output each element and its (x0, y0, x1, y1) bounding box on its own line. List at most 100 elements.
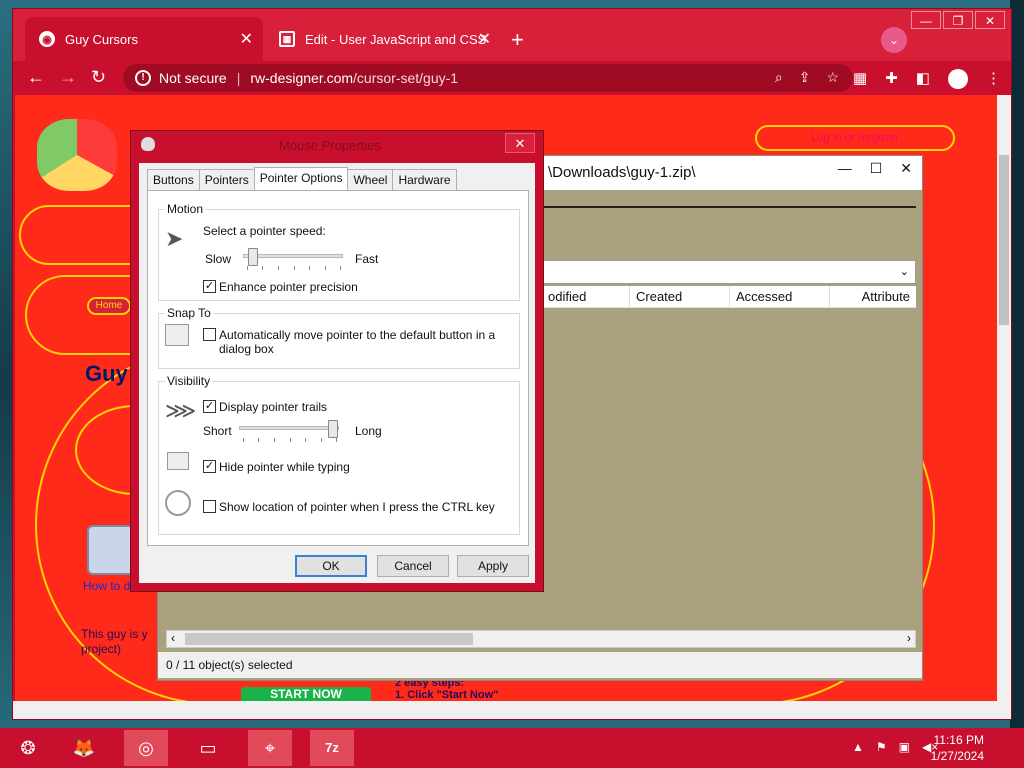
page-scrollbar[interactable] (997, 95, 1011, 701)
scroll-thumb[interactable] (999, 155, 1009, 325)
zip-hscrollbar[interactable]: ‹ › (166, 630, 916, 648)
date: 1/27/2024 (930, 749, 984, 763)
bookmark-star-icon[interactable]: ☆ (826, 69, 839, 86)
tab-guy-cursors[interactable]: ◉ Guy Cursors ✕ (25, 17, 263, 61)
home-link[interactable]: Home (87, 297, 131, 315)
speed-ticks (247, 266, 341, 270)
pointer-speed-slider[interactable] (243, 248, 343, 266)
url-path: /cursor-set/guy-1 (353, 70, 459, 86)
warning-icon: ! (135, 70, 151, 86)
trail-ticks (243, 438, 337, 442)
start-now-button[interactable]: START NOW (241, 687, 371, 701)
pointer-options-page: Motion ➤ Select a pointer speed: Slow Fa… (147, 190, 529, 546)
close-tab-icon[interactable]: ✕ (478, 29, 491, 49)
tab-wheel[interactable]: Wheel (347, 169, 394, 191)
snap-to-checkbox[interactable] (203, 328, 216, 341)
visibility-legend: Visibility (165, 374, 213, 388)
tab-buttons[interactable]: Buttons (147, 169, 200, 191)
zip-status-bar: 0 / 11 object(s) selected (158, 652, 922, 678)
column-created[interactable]: Created (630, 286, 730, 307)
mouse-icon[interactable]: ⌖ (248, 730, 292, 766)
apply-button[interactable]: Apply (457, 555, 529, 577)
7zip-icon[interactable]: 7z (310, 730, 354, 766)
share-icon[interactable]: ⇪ (799, 69, 811, 86)
speed-prompt: Select a pointer speed: (203, 224, 326, 238)
firefox-icon[interactable]: 🦊 (62, 730, 106, 766)
tab-pointers[interactable]: Pointers (198, 169, 255, 191)
trail-length-slider[interactable] (239, 420, 339, 438)
slider-thumb[interactable] (248, 248, 258, 266)
close-dialog-button[interactable]: ✕ (505, 133, 535, 153)
tab-edit-user-js[interactable]: ▦ Edit - User JavaScript and CSS ✕ (265, 17, 501, 61)
profile-avatar[interactable] (947, 69, 968, 89)
puzzle-icon[interactable]: ✚ (885, 69, 898, 89)
address-bar[interactable]: ! Not secure | rw-designer.com /cursor-s… (123, 64, 853, 92)
chevron-down-icon[interactable]: ⌄ (900, 265, 909, 278)
chevron-up-icon[interactable]: ▲ (852, 740, 864, 754)
globe-icon: ◉ (39, 31, 55, 47)
minimize-icon[interactable]: — (838, 160, 852, 177)
tab-strip: ◉ Guy Cursors ✕ ▦ Edit - User JavaScript… (13, 9, 1011, 61)
tab-pointer-options[interactable]: Pointer Options (253, 167, 349, 191)
file-explorer-icon[interactable]: ▭ (186, 730, 230, 766)
zip-path: \Downloads\guy-1.zip\ (548, 164, 696, 181)
howto-link[interactable]: How to d (83, 579, 130, 593)
start-button[interactable]: ❂ (6, 730, 50, 766)
visibility-group: Visibility ⋙ ✓ Display pointer trails Sh… (158, 374, 520, 535)
desktop-edge (1010, 0, 1024, 730)
chrome-icon[interactable]: ◎ (124, 730, 168, 766)
hide-while-typing-icon (167, 452, 189, 470)
zip-window-controls: — ☐ ✕ (838, 160, 912, 177)
ok-button[interactable]: OK (295, 555, 367, 577)
show-location-checkbox[interactable] (203, 500, 216, 513)
system-tray: ▲ ⚑ ▣ ◀× (852, 740, 938, 754)
cancel-button[interactable]: Cancel (377, 555, 449, 577)
kebab-menu-icon[interactable]: ⋮ (986, 69, 1001, 89)
url-host: rw-designer.com (250, 70, 354, 86)
site-logo[interactable] (37, 119, 117, 191)
column-attributes[interactable]: Attribute (830, 286, 916, 307)
tab-hardware[interactable]: Hardware (392, 169, 457, 191)
scroll-thumb[interactable] (185, 633, 473, 645)
extension-icon[interactable]: ▦ (853, 69, 867, 89)
close-window-icon[interactable]: ✕ (900, 160, 912, 177)
dialog-tabs: Buttons Pointers Pointer Options Wheel H… (147, 167, 457, 191)
ctrl-locate-icon (165, 490, 191, 516)
scroll-left-icon[interactable]: ‹ (171, 631, 175, 645)
login-link[interactable]: Log In or Register (755, 125, 955, 151)
desc-line: project) (81, 642, 122, 656)
scroll-right-icon[interactable]: › (907, 631, 911, 645)
motion-legend: Motion (165, 202, 206, 216)
search-icon[interactable]: ⌕ (775, 69, 783, 86)
time: 11:16 PM (933, 733, 984, 747)
forward-icon[interactable]: → (59, 67, 77, 88)
clock[interactable]: 11:16 PM 1/27/2024 (931, 732, 984, 764)
maximize-icon[interactable]: ☐ (870, 160, 883, 177)
column-modified[interactable]: odified (542, 286, 630, 307)
address-separator: | (236, 70, 241, 86)
enhance-precision-checkbox[interactable]: ✓ (203, 280, 216, 293)
tab-title: Guy Cursors (65, 31, 138, 47)
page-hscrollbar[interactable] (13, 701, 1011, 719)
network-icon[interactable]: ▣ (899, 740, 910, 754)
address-bar-actions: ⌕ ⇪ ☆ (775, 69, 839, 86)
close-window-icon[interactable]: ✕ (975, 11, 1005, 29)
zip-path-combo[interactable]: ⌄ (542, 260, 916, 284)
long-label: Long (355, 424, 382, 438)
tab-search-icon[interactable]: ⌄ (881, 27, 907, 53)
dialog-titlebar: Mouse Properties (131, 131, 543, 159)
back-icon[interactable]: ← (27, 67, 45, 88)
short-label: Short (203, 424, 232, 438)
pointer-trails-checkbox[interactable]: ✓ (203, 400, 216, 413)
close-tab-icon[interactable]: ✕ (240, 29, 253, 49)
column-accessed[interactable]: Accessed (730, 286, 830, 307)
flag-icon[interactable]: ⚑ (876, 740, 887, 754)
maximize-icon[interactable]: ❐ (943, 11, 973, 29)
new-tab-icon[interactable]: + (511, 27, 524, 53)
show-location-label: Show location of pointer when I press th… (219, 500, 495, 514)
minimize-icon[interactable]: — (911, 11, 941, 29)
reload-icon[interactable]: ↻ (91, 67, 106, 88)
hide-pointer-checkbox[interactable]: ✓ (203, 460, 216, 473)
slider-thumb[interactable] (328, 420, 338, 438)
side-panel-icon[interactable]: ◧ (916, 69, 930, 89)
